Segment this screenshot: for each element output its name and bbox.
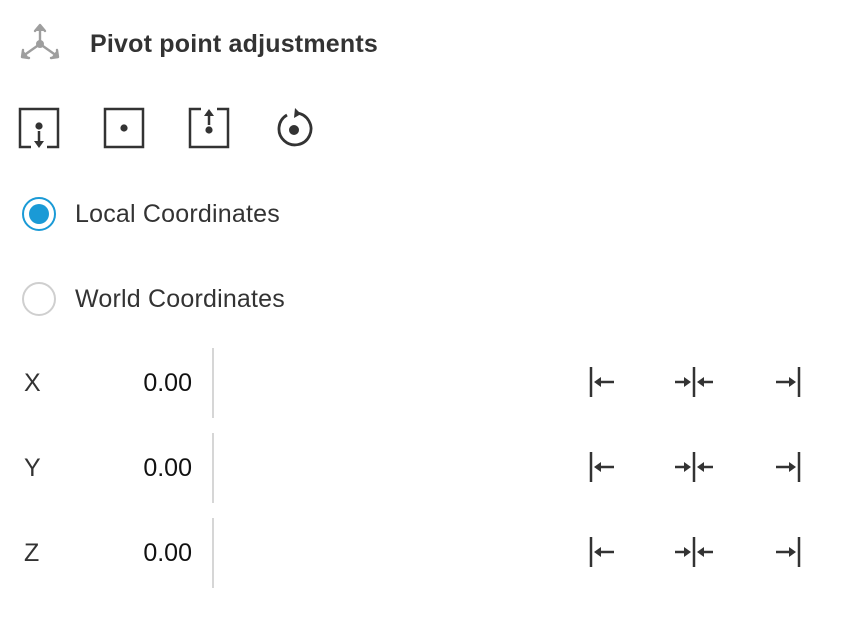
panel-title: Pivot point adjustments [90, 29, 378, 58]
world-coordinates-radio[interactable] [22, 282, 56, 316]
pivot-to-top-button[interactable] [186, 106, 232, 152]
radio-selected-dot [29, 204, 49, 224]
align-y-min-button[interactable] [584, 450, 620, 486]
align-max-icon [774, 534, 802, 573]
world-coordinates-option[interactable]: World Coordinates [22, 281, 285, 317]
world-coordinates-label: World Coordinates [75, 284, 285, 313]
axis-value-x-input[interactable] [100, 348, 192, 418]
pivot-toolbar [16, 106, 356, 152]
local-coordinates-label: Local Coordinates [75, 199, 280, 228]
align-z-min-button[interactable] [584, 535, 620, 571]
axis-label-z: Z [24, 539, 40, 567]
align-y-center-button[interactable] [674, 449, 714, 488]
align-z-center-button[interactable] [674, 534, 714, 573]
align-x-max-button[interactable] [770, 365, 806, 401]
divider [212, 433, 214, 503]
divider [212, 348, 214, 418]
panel-header: Pivot point adjustments [16, 20, 378, 68]
align-min-icon [588, 534, 616, 573]
pivot-to-bottom-button[interactable] [16, 106, 62, 152]
axis-row-y: Y [0, 433, 843, 503]
local-coordinates-option[interactable]: Local Coordinates [22, 196, 280, 232]
align-center-icon [674, 534, 714, 573]
pivot-to-center-icon [103, 107, 145, 152]
align-min-icon [588, 364, 616, 403]
axis-value-y-input[interactable] [100, 433, 192, 503]
align-y-max-button[interactable] [770, 450, 806, 486]
align-z-max-button[interactable] [770, 535, 806, 571]
pivot-to-center-button[interactable] [101, 106, 147, 152]
axis-label-x: X [24, 369, 41, 397]
reset-pivot-icon [273, 107, 315, 152]
axis-label-y: Y [24, 454, 41, 482]
reset-pivot-button[interactable] [271, 106, 317, 152]
pivot-point-panel: Pivot point adjustments Local Coordinate… [0, 0, 843, 628]
axis-row-x: X [0, 348, 843, 418]
align-max-icon [774, 364, 802, 403]
align-center-icon [674, 364, 714, 403]
align-center-icon [674, 449, 714, 488]
pivot-to-bottom-icon [18, 107, 60, 152]
axis-value-z-input[interactable] [100, 518, 192, 588]
align-max-icon [774, 449, 802, 488]
pivot-axes-icon [16, 20, 64, 68]
axis-row-z: Z [0, 518, 843, 588]
align-x-min-button[interactable] [584, 365, 620, 401]
pivot-to-top-icon [188, 107, 230, 152]
align-min-icon [588, 449, 616, 488]
divider [212, 518, 214, 588]
local-coordinates-radio[interactable] [22, 197, 56, 231]
align-x-center-button[interactable] [674, 364, 714, 403]
